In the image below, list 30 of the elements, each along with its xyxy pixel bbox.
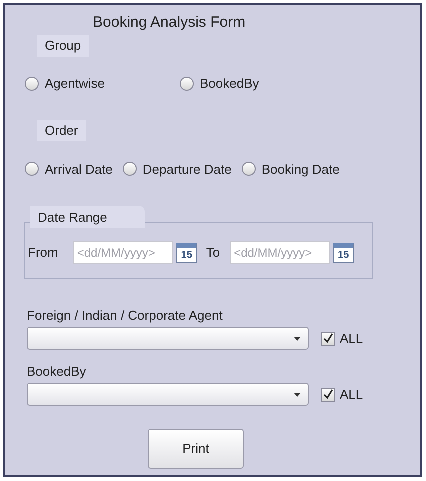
dropdown[interactable] xyxy=(27,383,309,406)
checkbox[interactable] xyxy=(321,388,335,402)
caret-icon xyxy=(294,392,301,396)
radio-button[interactable] xyxy=(242,162,256,176)
dropdown-label: BookedBy xyxy=(27,364,88,380)
section-label: Order xyxy=(37,120,86,141)
date-label: From xyxy=(28,244,58,262)
date-field[interactable]: <dd/MM/yyyy> xyxy=(230,241,330,264)
radio-button[interactable] xyxy=(25,76,39,91)
radio-label: Departure Date xyxy=(142,160,232,179)
checkbox-label: ALL xyxy=(340,330,364,348)
radio-label: BookedBy xyxy=(200,75,260,93)
radio-button[interactable] xyxy=(25,162,39,176)
section-label: Group xyxy=(37,35,90,56)
checkbox[interactable] xyxy=(321,332,335,346)
calendar-button[interactable]: 15 xyxy=(333,242,354,262)
radio-label: Arrival Date xyxy=(45,160,113,178)
date-label: To xyxy=(206,244,220,262)
radio-label: Booking Date xyxy=(262,160,340,179)
radio-label: Agentwise xyxy=(45,75,105,93)
dropdown-label: Foreign / Indian / Corporate Agent xyxy=(27,308,224,324)
radio-button[interactable] xyxy=(180,76,194,91)
calendar-button[interactable]: 15 xyxy=(176,242,198,262)
form-title: Booking Analysis Form xyxy=(93,14,246,32)
radio-button[interactable] xyxy=(122,162,137,176)
dropdown[interactable] xyxy=(27,327,309,350)
caret-icon xyxy=(294,336,301,340)
print-button[interactable]: Print xyxy=(148,429,244,469)
checkbox-label: ALL xyxy=(340,386,364,404)
date-field[interactable]: <dd/MM/yyyy> xyxy=(73,241,174,264)
